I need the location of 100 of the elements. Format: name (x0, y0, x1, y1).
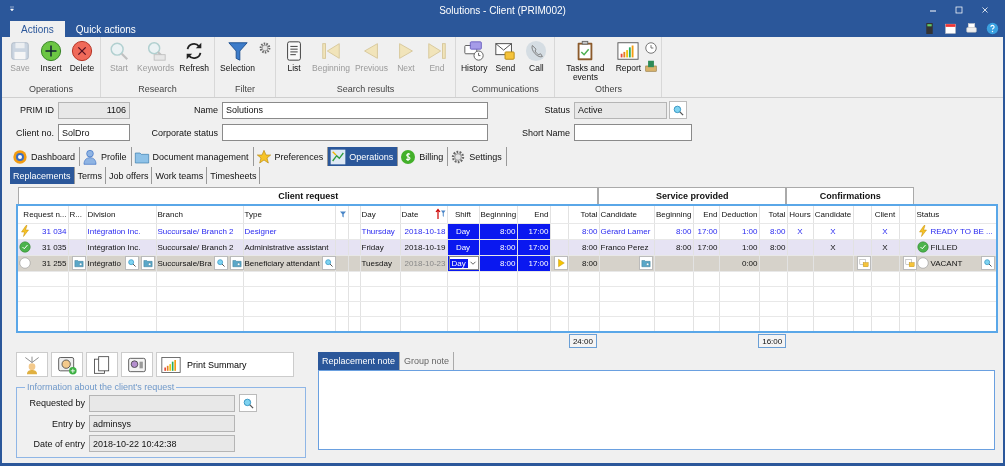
input-field[interactable] (574, 124, 692, 141)
filter-icon[interactable] (338, 209, 347, 219)
field-label: Short Name (520, 127, 571, 138)
section-tab[interactable]: Operations (328, 147, 399, 166)
printer-icon (965, 22, 978, 35)
ribbon-button[interactable]: Selection (218, 39, 258, 84)
small-ribbon-button[interactable] (644, 59, 659, 73)
note-tab[interactable]: Replacement note (318, 352, 401, 370)
column-header[interactable]: Shift (447, 206, 479, 223)
maximize-icon (953, 4, 965, 16)
column-header[interactable]: Total (759, 206, 787, 223)
table-cell: 8:00 (759, 223, 787, 239)
input-field[interactable]: Solutions (222, 101, 488, 119)
sub-tab[interactable]: Timesheets (207, 167, 261, 184)
play-button[interactable] (553, 256, 568, 270)
column-header[interactable]: Total (568, 206, 599, 223)
folder-button[interactable] (638, 256, 653, 270)
table-row[interactable]: 31 034 Intégration Inc. Succursale/ Branch 2 Designer Thursday 2018-10-18 Day 8:00 17:00 8:00 Gérard Lamer 8:00 17:00 1:00 8:00 X X X READY TO BE ... (18, 223, 996, 239)
delete-icon (71, 40, 93, 62)
sub-tab[interactable]: Work teams (152, 167, 208, 184)
settings-icon (450, 148, 467, 165)
ribbon-tab[interactable]: Quick actions (64, 21, 147, 37)
input-field[interactable]: 1106 (58, 101, 130, 119)
column-header[interactable]: End (693, 206, 719, 223)
lookup-button[interactable] (669, 101, 687, 119)
section-tab[interactable]: Document management (131, 147, 254, 166)
column-header[interactable]: Branch (156, 206, 243, 223)
column-header[interactable]: Day (360, 206, 400, 223)
search-button[interactable] (124, 256, 139, 270)
field-label: Name (193, 105, 219, 115)
field-label: Requested by (28, 398, 85, 408)
icon-button[interactable] (86, 352, 118, 377)
column-header[interactable]: Date (401, 209, 419, 219)
folder-button[interactable] (71, 256, 86, 270)
section-tab[interactable]: Profile (80, 147, 132, 166)
field-label: Status (543, 105, 571, 115)
column-header[interactable]: Deduction (719, 206, 759, 223)
input-field[interactable] (222, 124, 488, 141)
sub-tab[interactable]: Job offers (106, 167, 153, 184)
lookup-button[interactable] (239, 394, 257, 412)
column-header[interactable]: Candidate (599, 206, 654, 223)
icon-button[interactable] (51, 352, 83, 377)
envelope-icon (904, 258, 915, 268)
sub-tab[interactable]: Replacements (10, 167, 75, 184)
lightning-icon (19, 225, 31, 237)
shift-dropdown[interactable]: Day (448, 256, 479, 270)
envelope-icon (858, 258, 869, 268)
small-ribbon-button[interactable] (644, 41, 659, 55)
table-cell: X (787, 223, 813, 239)
column-header[interactable]: Hours (787, 206, 813, 223)
column-header[interactable]: Request n... (18, 206, 68, 223)
ribbon-button[interactable]: Insert (36, 39, 66, 84)
table-row[interactable]: 31 035 Intégration Inc. Succursale/ Branch 2 Administrative assistant Friday 2018-10-19 Day 8:00 17:00 8:00 Franco Perez 8:00 17:00 1:00 8:00 X X FILLED (18, 239, 996, 255)
ribbon-button[interactable]: History (458, 39, 490, 84)
cell-text: 31 034 (41, 226, 67, 236)
search-button[interactable] (213, 256, 228, 270)
table-cell: 17:00 (693, 223, 719, 239)
mail-button[interactable] (856, 256, 871, 270)
sort-filter-icon[interactable] (433, 208, 446, 221)
ribbon-tab[interactable]: Actions (10, 21, 65, 37)
column-header[interactable]: Client (871, 206, 899, 223)
table-cell: Designer (243, 223, 335, 239)
note-text-area[interactable] (318, 370, 995, 450)
column-header[interactable]: Candidate (813, 206, 853, 223)
table-row[interactable]: 31 255 Intégratio Succursale/Bra Beneficiary attendant Tuesday 2018-10-23 Day 8:00 17:00 8:00 0:00 VACANT (18, 255, 996, 271)
input-field[interactable]: SolDro (58, 124, 130, 141)
group-label: Communications (470, 84, 540, 96)
input-field[interactable] (89, 394, 235, 412)
column-header[interactable]: Type (243, 206, 335, 223)
folder-button[interactable] (229, 256, 244, 270)
column-header[interactable]: Status (915, 206, 996, 223)
section-tab[interactable]: Billing (398, 147, 449, 166)
sub-tab[interactable]: Terms (74, 167, 107, 184)
circle-icon (916, 257, 929, 269)
print-summary-button[interactable]: Print Summary (156, 352, 294, 377)
search-button[interactable] (321, 256, 336, 270)
column-header[interactable]: R... (68, 206, 86, 223)
mail-button[interactable] (902, 256, 917, 270)
ribbon-button[interactable]: Delete (67, 39, 97, 84)
ribbon-button[interactable]: Tasks and events (558, 39, 613, 84)
column-header[interactable]: Beginning (479, 206, 517, 223)
column-header[interactable]: Division (86, 206, 156, 223)
small-ribbon-button[interactable] (258, 41, 273, 55)
section-tab[interactable]: Dashboard (10, 147, 81, 166)
ribbon-button[interactable]: List (279, 39, 310, 84)
ribbon-button[interactable]: Refresh (177, 39, 212, 84)
column-header[interactable]: End (517, 206, 550, 223)
ribbon-button[interactable]: Report (613, 39, 644, 84)
input-field[interactable]: adminsys (89, 415, 235, 432)
ribbon-button[interactable]: Call (521, 39, 552, 84)
search-button[interactable] (980, 256, 995, 270)
icon-button[interactable] (121, 352, 153, 377)
input-field[interactable]: 2018-10-22 10:42:38 (89, 435, 235, 452)
ribbon-button[interactable]: Send (490, 39, 521, 84)
column-group-header: Service provided (598, 187, 787, 204)
section-tab[interactable]: Settings (448, 147, 507, 166)
column-header[interactable]: Beginning (654, 206, 693, 223)
circle-icon (19, 257, 31, 269)
folder-button[interactable] (140, 256, 155, 270)
input-field[interactable]: Active (574, 101, 667, 119)
